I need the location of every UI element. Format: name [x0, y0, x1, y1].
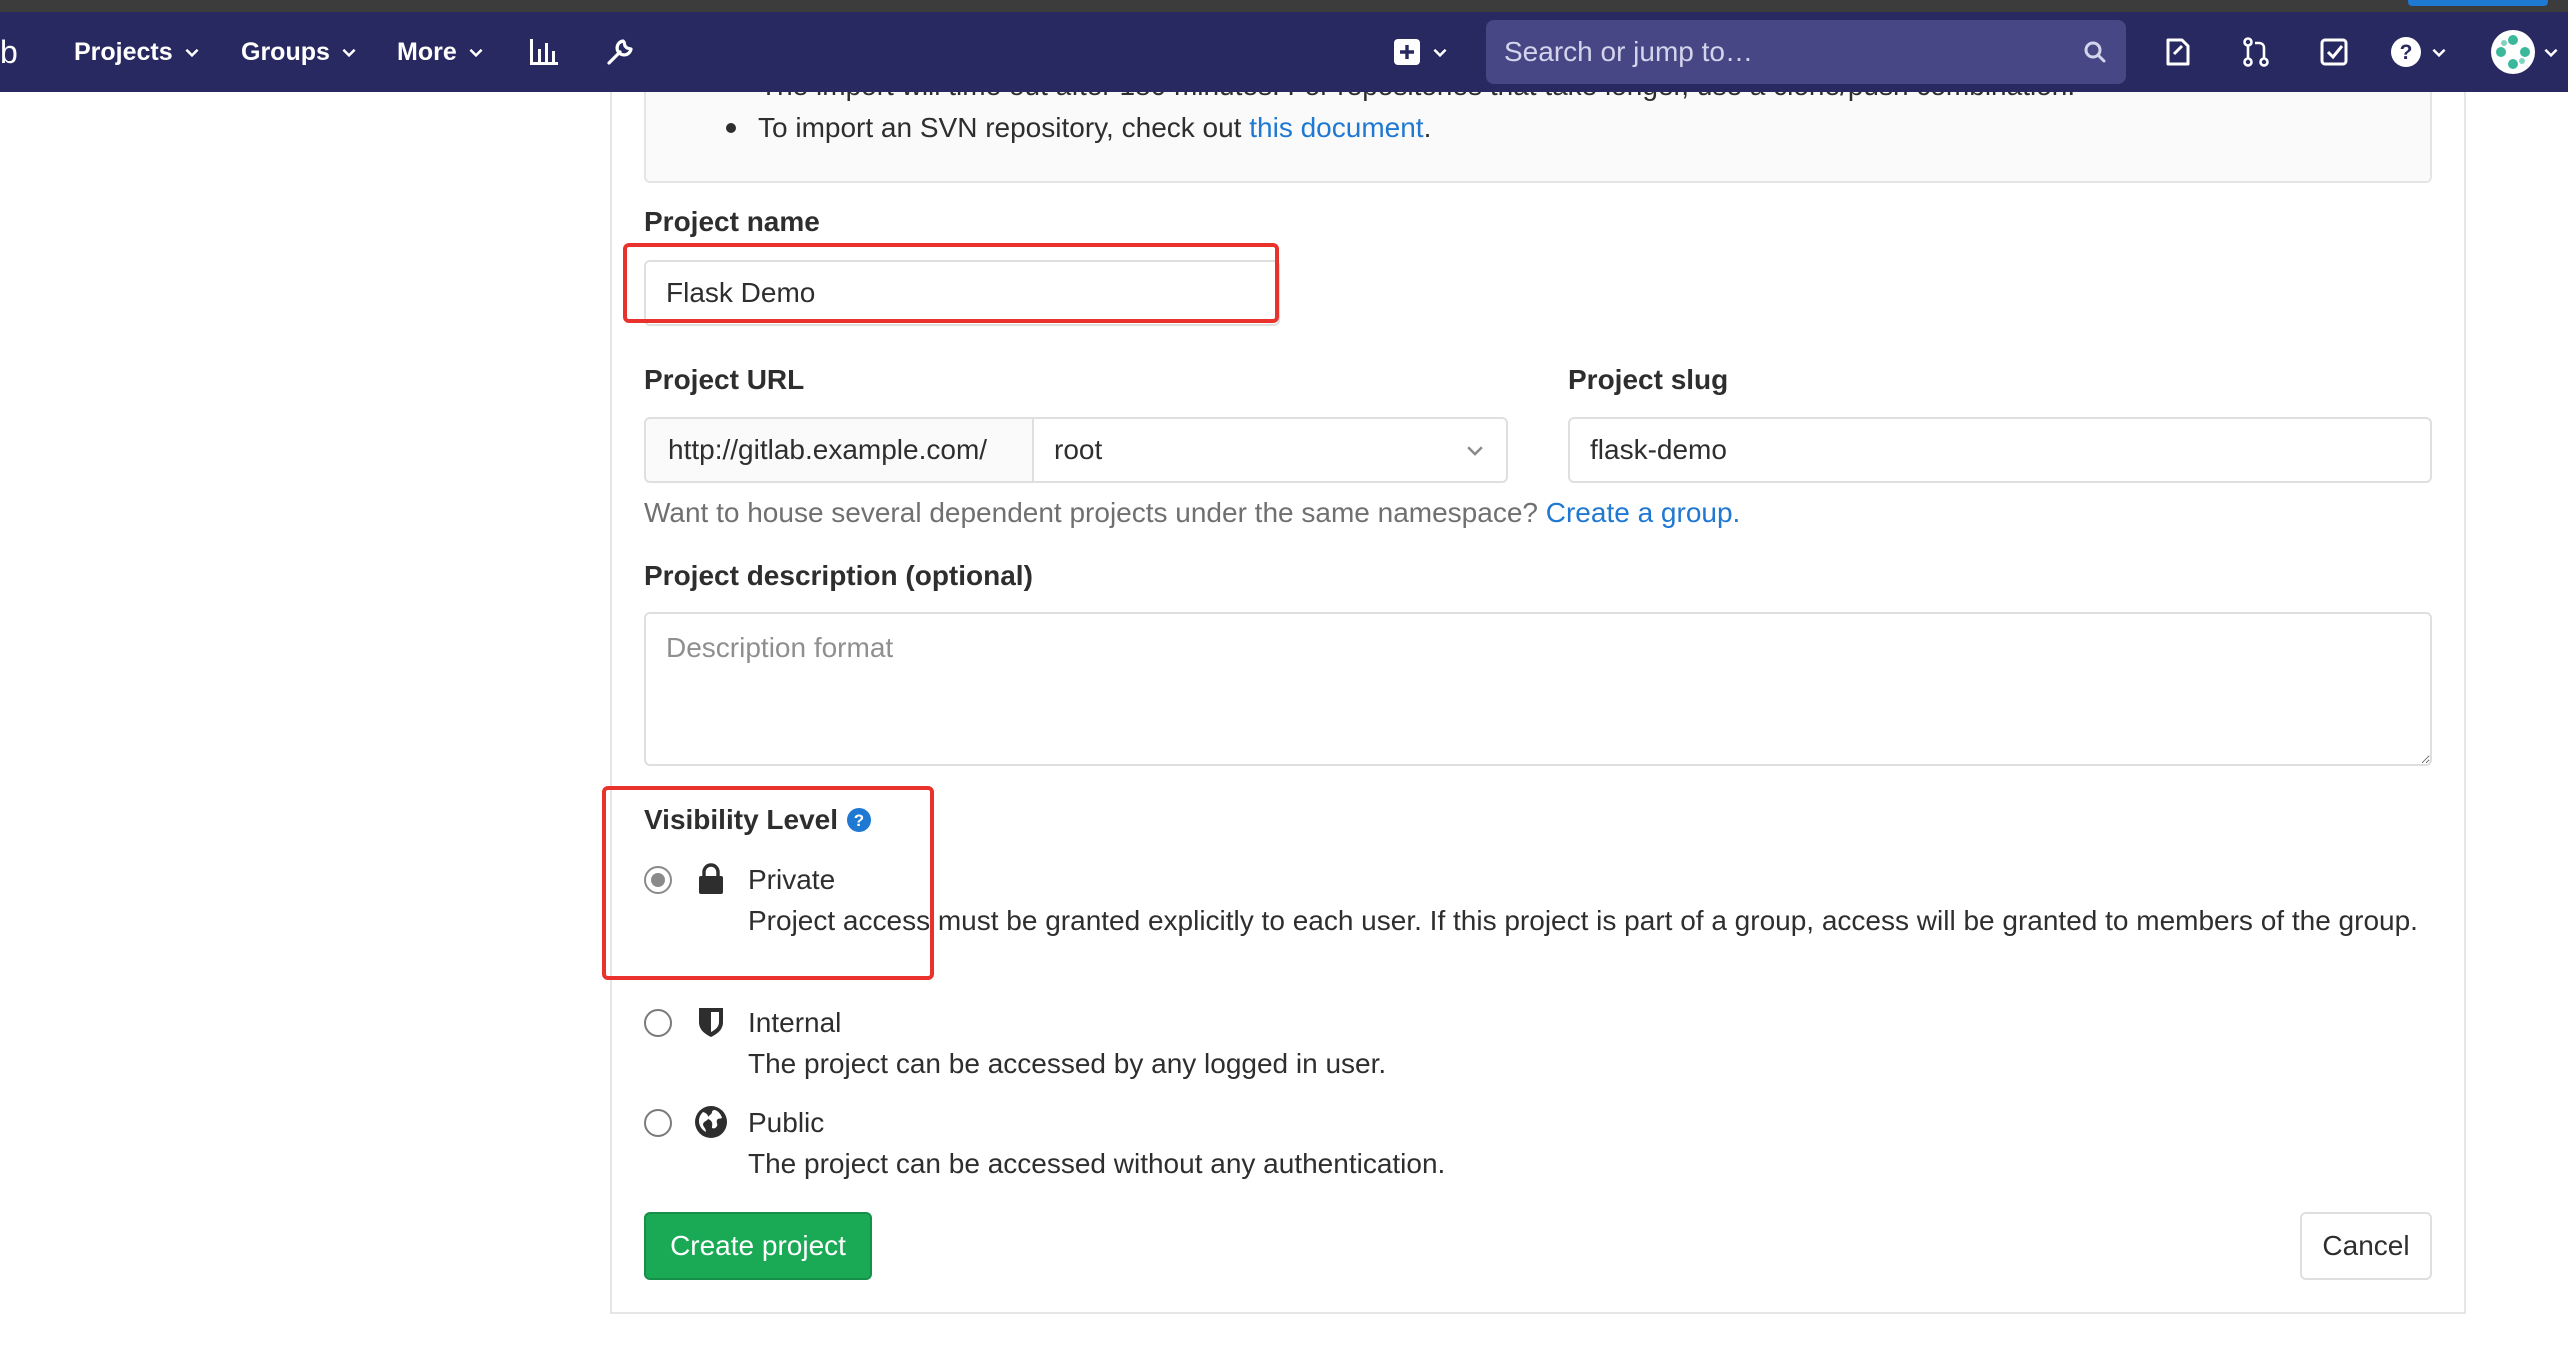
globe-icon: [695, 1106, 727, 1138]
chevron-down-icon: [1467, 446, 1483, 456]
nav-more-label: More: [397, 37, 457, 66]
url-prefix: http://gitlab.example.com/: [644, 417, 1034, 483]
user-avatar-dropdown[interactable]: [2490, 12, 2568, 92]
help-question-icon[interactable]: ?: [846, 807, 872, 833]
project-name-label: Project name: [644, 206, 820, 237]
public-description: The project can be accessed without any …: [748, 1148, 1446, 1179]
chevron-down-icon: [1433, 48, 1447, 58]
project-url-label: Project URL: [644, 364, 805, 395]
lock-icon: [699, 863, 723, 894]
import-info-box: The import will time out after 180 minut…: [644, 92, 2432, 183]
new-item-dropdown[interactable]: [1386, 12, 1456, 92]
visibility-level-label: Visibility Level: [644, 804, 839, 835]
chevron-down-icon: [2544, 48, 2558, 58]
chevron-down-icon: [469, 48, 483, 58]
project-url-group: http://gitlab.example.com/ root: [644, 417, 1508, 483]
public-radio[interactable]: [644, 1109, 672, 1137]
cancel-button[interactable]: Cancel: [2300, 1212, 2432, 1280]
svn-document-link[interactable]: this document: [1249, 112, 1423, 144]
svn-import-text: To import an SVN repository, check out: [758, 112, 1250, 143]
bullet: [726, 123, 736, 133]
chevron-down-icon: [2432, 48, 2446, 58]
project-slug-label: Project slug: [1568, 364, 1729, 395]
create-group-link[interactable]: Create a group.: [1546, 497, 1741, 528]
tab-accent: [2408, 0, 2548, 6]
public-title: Public: [748, 1107, 825, 1138]
visibility-option-internal[interactable]: Internal The project can be accessed by …: [644, 1003, 1386, 1085]
import-timeout-note: The import will time out after 180 minut…: [760, 92, 2075, 102]
project-slug-input[interactable]: [1568, 417, 2432, 483]
svg-text:?: ?: [2400, 41, 2413, 64]
namespace-help-text: Want to house several dependent projects…: [644, 497, 1740, 529]
chevron-down-icon: [342, 48, 356, 58]
project-name-input[interactable]: [644, 260, 1280, 326]
namespace-value: root: [1054, 434, 1103, 465]
nav-more-dropdown[interactable]: More: [397, 12, 485, 92]
private-title: Private: [748, 864, 836, 895]
namespace-select[interactable]: root: [1034, 417, 1508, 483]
todos-icon[interactable]: [2314, 12, 2354, 92]
search-icon: [2084, 41, 2106, 63]
nav-groups-dropdown[interactable]: Groups: [241, 12, 358, 92]
private-radio[interactable]: [644, 866, 672, 894]
activity-chart-icon[interactable]: [524, 12, 564, 92]
project-description-textarea[interactable]: [644, 612, 2432, 766]
visibility-option-private[interactable]: Private Project access must be granted e…: [644, 860, 2508, 942]
browser-top-strip: [0, 0, 2568, 12]
admin-wrench-icon[interactable]: [600, 12, 640, 92]
internal-radio[interactable]: [644, 1009, 672, 1037]
visibility-option-public[interactable]: Public The project can be accessed witho…: [644, 1103, 1445, 1185]
internal-title: Internal: [748, 1007, 842, 1038]
merge-requests-icon[interactable]: [2236, 12, 2276, 92]
chevron-down-icon: [185, 48, 199, 58]
help-dropdown[interactable]: ?: [2384, 12, 2454, 92]
avatar: [2491, 30, 2535, 74]
shield-icon: [699, 1008, 723, 1037]
help-question-icon: ?: [2391, 37, 2421, 67]
issues-icon[interactable]: [2158, 12, 2198, 92]
search-box[interactable]: [1486, 20, 2126, 84]
internal-description: The project can be accessed by any logge…: [748, 1048, 1387, 1079]
nav-groups-label: Groups: [241, 37, 330, 66]
namespace-help: Want to house several dependent projects…: [644, 497, 1546, 528]
nav-projects-dropdown[interactable]: Projects: [74, 12, 201, 92]
project-description-label: Project description (optional): [644, 560, 1033, 591]
svn-import-suffix: .: [1423, 112, 1432, 143]
svn-import-note: To import an SVN repository, check out t…: [726, 112, 1431, 144]
nav-projects-label: Projects: [74, 37, 173, 66]
create-project-button[interactable]: Create project: [644, 1212, 872, 1280]
private-description: Project access must be granted explicitl…: [748, 905, 2418, 936]
visibility-level-heading: Visibility Level ?: [644, 804, 872, 836]
plus-square-icon: [1394, 39, 1420, 65]
top-navbar: b Projects Groups More ?: [0, 12, 2568, 92]
brand-logo-fragment[interactable]: b: [0, 12, 18, 92]
search-input[interactable]: [1504, 36, 2082, 68]
svg-text:?: ?: [854, 811, 864, 830]
